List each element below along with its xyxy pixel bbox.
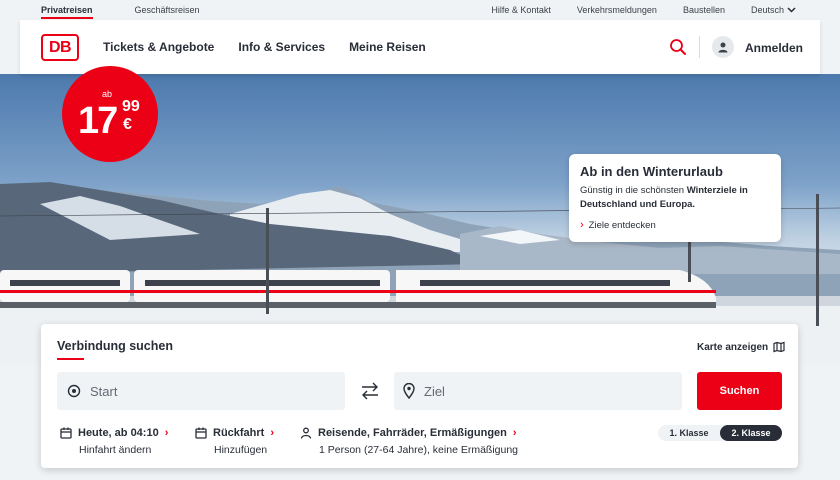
map-link-label: Karte anzeigen bbox=[697, 341, 769, 353]
location-target-icon bbox=[67, 384, 81, 398]
calendar-icon bbox=[60, 427, 72, 439]
map-link[interactable]: Karte anzeigen bbox=[697, 341, 785, 353]
start-input[interactable]: Start bbox=[57, 372, 345, 410]
chevron-right-icon: › bbox=[580, 219, 584, 231]
ziel-placeholder: Ziel bbox=[424, 383, 445, 399]
class-toggle: 1. Klasse 2. Klasse bbox=[658, 425, 782, 441]
location-pin-icon bbox=[403, 383, 415, 399]
price-cents: 99 bbox=[122, 98, 140, 115]
search-submit-button[interactable]: Suchen bbox=[697, 372, 782, 410]
utility-tab-geschaeftsreisen[interactable]: Geschäftsreisen bbox=[135, 5, 200, 19]
chevron-down-icon bbox=[787, 7, 796, 13]
person-icon bbox=[300, 427, 312, 439]
rueckfahrt-label: Rückfahrt bbox=[213, 427, 265, 439]
class-option-2[interactable]: 2. Klasse bbox=[720, 425, 782, 441]
search-icon[interactable] bbox=[669, 38, 687, 56]
promo-link[interactable]: › Ziele entdecken bbox=[580, 219, 656, 231]
promo-text: Günstig in die schönsten Winterziele in … bbox=[580, 185, 748, 210]
price-badge[interactable]: ab 17 99 € bbox=[62, 66, 158, 162]
db-logo[interactable]: DB bbox=[41, 34, 79, 61]
calendar-icon bbox=[195, 427, 207, 439]
hinfahrt-label: Heute, ab 04:10 bbox=[78, 427, 159, 439]
ziel-input[interactable]: Ziel bbox=[394, 372, 682, 410]
search-title: Verbindung suchen bbox=[57, 339, 173, 353]
nav-tickets-angebote[interactable]: Tickets & Angebote bbox=[103, 40, 214, 54]
main-nav: Tickets & Angebote Info & Services Meine… bbox=[103, 40, 426, 54]
connection-search-card: Verbindung suchen Karte anzeigen Start Z… bbox=[41, 324, 798, 468]
promo-card[interactable]: Ab in den Winterurlaub Günstig in die sc… bbox=[569, 154, 781, 242]
user-avatar[interactable] bbox=[712, 36, 734, 58]
option-hinfahrt[interactable]: Heute, ab 04:10 › Hinfahrt ändern bbox=[60, 427, 168, 456]
promo-title: Ab in den Winterurlaub bbox=[580, 164, 723, 179]
utility-tab-privatreisen[interactable]: Privatreisen bbox=[41, 5, 93, 19]
start-placeholder: Start bbox=[90, 383, 118, 399]
login-link[interactable]: Anmelden bbox=[745, 41, 803, 55]
reisende-label: Reisende, Fahrräder, Ermäßigungen bbox=[318, 427, 507, 439]
nav-meine-reisen[interactable]: Meine Reisen bbox=[349, 40, 426, 54]
hinfahrt-sub: Hinfahrt ändern bbox=[79, 444, 152, 456]
price-prefix: ab bbox=[102, 89, 113, 99]
nav-info-services[interactable]: Info & Services bbox=[238, 40, 325, 54]
user-icon bbox=[718, 42, 728, 53]
link-baustellen[interactable]: Baustellen bbox=[683, 5, 725, 15]
price-currency: € bbox=[123, 116, 132, 133]
utility-bar: Privatreisen Geschäftsreisen Hilfe & Kon… bbox=[20, 0, 820, 20]
link-verkehrsmeldungen[interactable]: Verkehrsmeldungen bbox=[577, 5, 657, 15]
title-underline bbox=[57, 358, 84, 360]
swap-icon[interactable] bbox=[359, 381, 381, 401]
promo-link-label: Ziele entdecken bbox=[588, 219, 656, 231]
language-label: Deutsch bbox=[750, 5, 784, 15]
chevron-right-icon: › bbox=[164, 427, 169, 439]
chevron-right-icon: › bbox=[512, 427, 517, 439]
map-icon bbox=[773, 341, 785, 353]
class-option-1[interactable]: 1. Klasse bbox=[658, 425, 720, 441]
price-euros: 17 bbox=[78, 100, 118, 142]
option-reisende[interactable]: Reisende, Fahrräder, Ermäßigungen › 1 Pe… bbox=[300, 427, 518, 456]
option-rueckfahrt[interactable]: Rückfahrt › Hinzufügen bbox=[195, 427, 274, 456]
chevron-right-icon: › bbox=[270, 427, 275, 439]
header-divider bbox=[699, 36, 700, 58]
reisende-sub: 1 Person (27-64 Jahre), keine Ermäßigung bbox=[319, 444, 519, 456]
rueckfahrt-sub: Hinzufügen bbox=[214, 444, 268, 456]
language-select[interactable]: Deutsch bbox=[751, 5, 796, 15]
link-hilfe-kontakt[interactable]: Hilfe & Kontakt bbox=[491, 5, 551, 15]
main-header: DB Tickets & Angebote Info & Services Me… bbox=[20, 20, 820, 74]
